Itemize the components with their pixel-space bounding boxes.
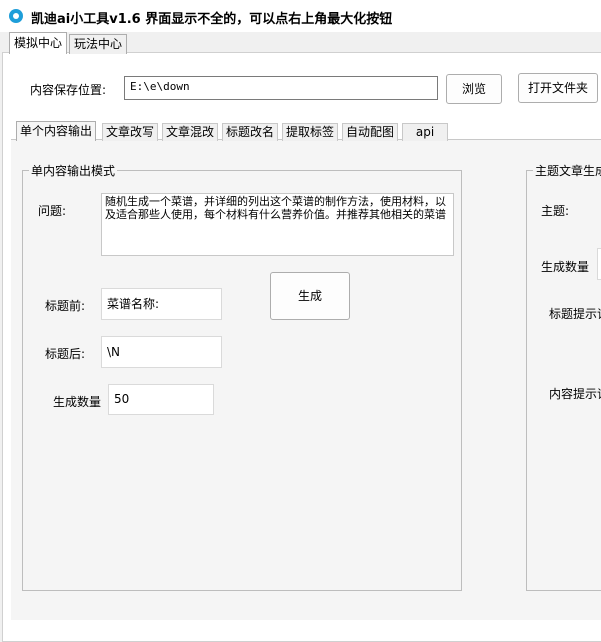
question-label: 问题: bbox=[38, 204, 67, 218]
count-input[interactable]: 50 bbox=[108, 384, 214, 415]
single-output-group-title: 单内容输出模式 bbox=[29, 162, 118, 179]
tab-api[interactable]: api bbox=[402, 123, 448, 141]
title-before-input[interactable]: 菜谱名称: bbox=[101, 288, 222, 320]
topic-count-input[interactable]: 5 bbox=[597, 248, 601, 280]
tab-simulation-center[interactable]: 模拟中心 bbox=[9, 32, 68, 54]
app-logo-icon bbox=[9, 9, 23, 23]
tab-title-rename[interactable]: 标题改名 bbox=[222, 123, 279, 141]
topic-output-groupbox bbox=[526, 170, 601, 591]
count-label: 生成数量 bbox=[53, 395, 102, 409]
topic-output-group-title: 主题文章生成 bbox=[533, 162, 601, 179]
content-prompt-label: 内容提示词 bbox=[549, 387, 601, 401]
title-prompt-label: 标题提示词 bbox=[549, 307, 601, 321]
question-textarea[interactable]: 随机生成一个菜谱，并详细的列出这个菜谱的制作方法，使用材料，以及适合那些人使用，… bbox=[101, 193, 454, 256]
title-before-label: 标题前: bbox=[45, 299, 86, 313]
tab-article-rewrite[interactable]: 文章改写 bbox=[102, 123, 159, 141]
tab-auto-image[interactable]: 自动配图 bbox=[342, 123, 399, 141]
generate-button[interactable]: 生成 bbox=[270, 272, 350, 320]
title-bar: 凯迪ai小工具v1.6 界面显示不全的，可以点右上角最大化按钮 bbox=[0, 0, 601, 32]
browse-button[interactable]: 浏览 bbox=[446, 74, 502, 104]
title-after-input[interactable]: \N bbox=[101, 336, 222, 368]
open-folder-button[interactable]: 打开文件夹 bbox=[518, 73, 598, 103]
topic-label: 主题: bbox=[541, 204, 570, 218]
tab-gameplay-center[interactable]: 玩法中心 bbox=[69, 34, 128, 54]
topic-count-label: 生成数量 bbox=[541, 260, 590, 274]
save-path-input[interactable]: E:\e\down bbox=[124, 76, 438, 100]
save-path-label: 内容保存位置: bbox=[30, 83, 107, 97]
tab-single-output[interactable]: 单个内容输出 bbox=[16, 121, 97, 141]
window-title: 凯迪ai小工具v1.6 界面显示不全的，可以点右上角最大化按钮 bbox=[31, 12, 393, 27]
tab-extract-tags[interactable]: 提取标签 bbox=[282, 123, 339, 141]
title-after-label: 标题后: bbox=[45, 347, 86, 361]
tab-article-mix[interactable]: 文章混改 bbox=[162, 123, 219, 141]
